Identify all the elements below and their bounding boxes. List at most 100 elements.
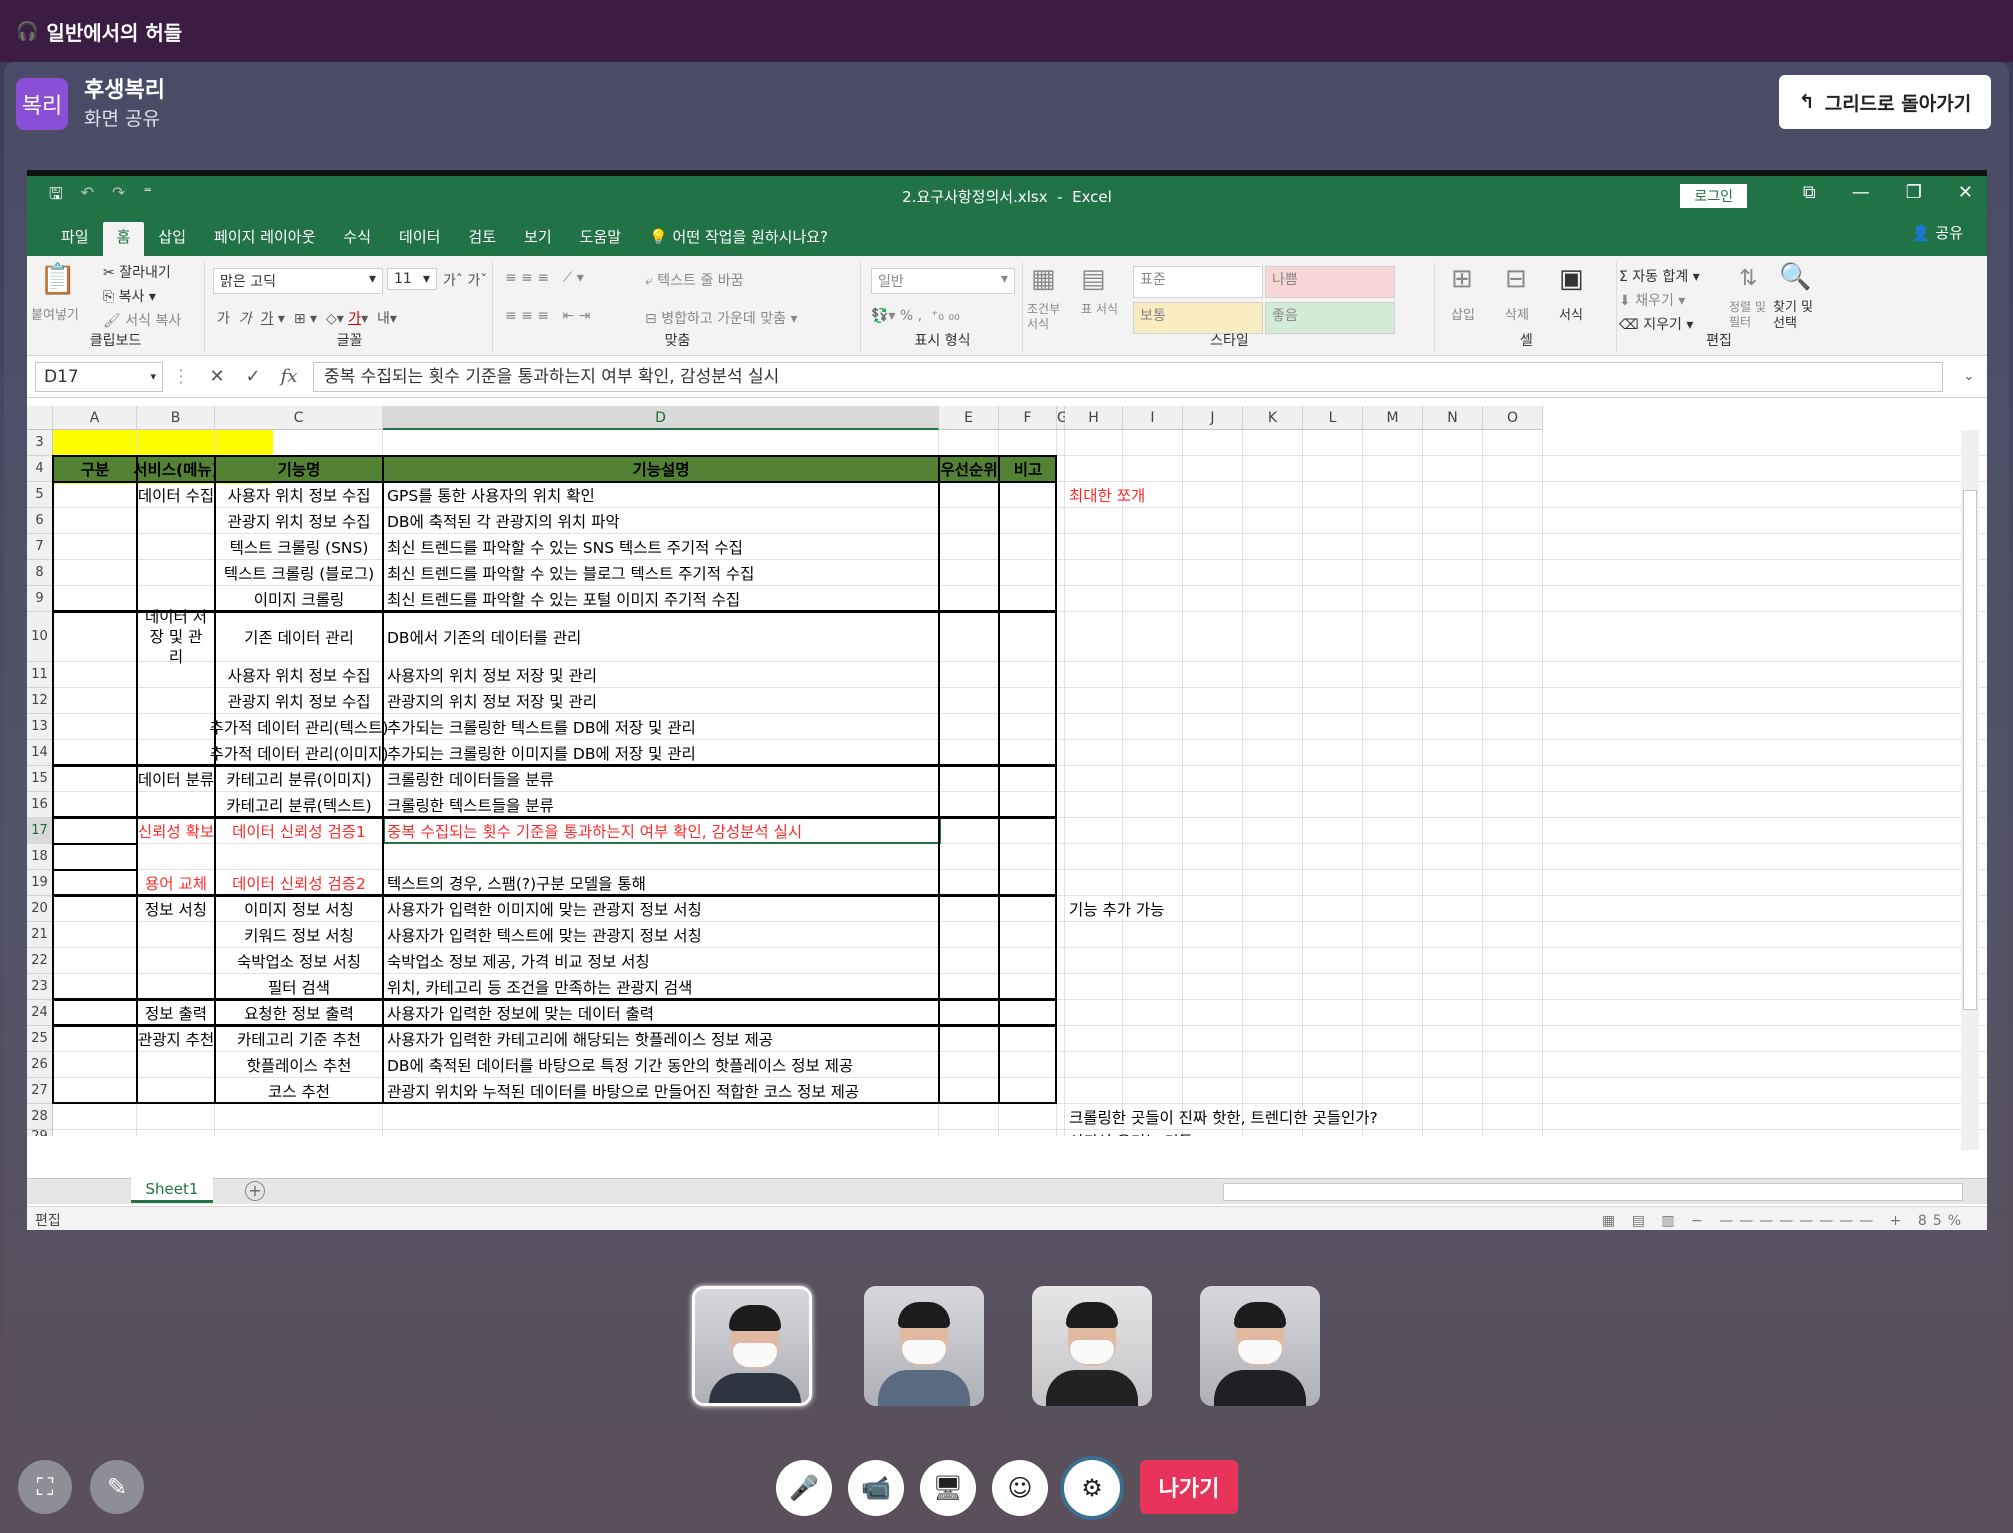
row-header-13[interactable]: 13 (27, 714, 53, 740)
row-header-19[interactable]: 19 (27, 870, 53, 896)
row-header-15[interactable]: 15 (27, 766, 53, 792)
row-header-12[interactable]: 12 (27, 688, 53, 714)
login-button[interactable]: 로그인 (1680, 184, 1747, 208)
column-header-m[interactable]: M (1363, 406, 1423, 430)
insert-cells-button[interactable]: 삽입 (1451, 304, 1475, 323)
column-header-k[interactable]: K (1243, 406, 1303, 430)
cut-button[interactable]: ✂ 잘라내기 (103, 262, 171, 282)
tab-file[interactable]: 파일 (47, 222, 103, 256)
row-header-4[interactable]: 4 (27, 456, 53, 482)
vertical-scrollbar[interactable] (1961, 430, 1979, 1150)
paste-button[interactable]: 붙여넣기 (31, 304, 79, 323)
undo-icon[interactable]: ↶ (81, 183, 94, 210)
bold-italic-underline-icons[interactable]: 가 가 가 ▾ ⊞ ▾ ◇▾ 가▾ 내▾ (217, 308, 397, 328)
tab-insert[interactable]: 삽입 (144, 222, 200, 256)
fullscreen-button[interactable]: ⛶ (18, 1460, 72, 1514)
row-header-10[interactable]: 10 (27, 612, 53, 662)
row-header-7[interactable]: 7 (27, 534, 53, 560)
row-header-11[interactable]: 11 (27, 662, 53, 688)
column-header-c[interactable]: C (215, 406, 383, 430)
paste-icon[interactable]: 📋 (39, 262, 76, 297)
delete-cells-button[interactable]: 삭제 (1505, 304, 1529, 323)
font-size-select[interactable]: 11 ▾ (387, 268, 437, 290)
view-zoom-controls[interactable]: ▦ ▤ ▥ − ———————— + 85% (1602, 1207, 1967, 1230)
redo-icon[interactable]: ↷ (112, 183, 125, 210)
number-format-select[interactable]: 일반 ▾ (871, 268, 1015, 294)
font-name-select[interactable]: 맑은 고딕 ▾ (213, 268, 383, 294)
select-all-corner[interactable] (27, 406, 53, 430)
column-header-o[interactable]: O (1483, 406, 1543, 430)
column-header-a[interactable]: A (53, 406, 137, 430)
cancel-icon[interactable]: ✕ (199, 366, 235, 387)
tab-page-layout[interactable]: 페이지 레이아웃 (200, 222, 329, 256)
spreadsheet-grid[interactable]: A B C D E F G H I J K L M N O 3 4 5 6 7 8 9 10 11 12 13 14 15 16 17 18… (27, 406, 1987, 1136)
close-icon[interactable]: ✕ (1958, 182, 1973, 203)
row-header-25[interactable]: 25 (27, 1026, 53, 1052)
expand-formula-icon[interactable]: ⌄ (1951, 369, 1987, 384)
customize-toolbar-icon[interactable]: ⁼ (143, 183, 151, 210)
row-header-29[interactable]: 29 (27, 1129, 53, 1136)
currency-percent-icons[interactable]: 💱▾ % , ⁺₀ ₀₀ (871, 308, 960, 324)
row-header-24[interactable]: 24 (27, 1000, 53, 1026)
row-header-16[interactable]: 16 (27, 792, 53, 818)
toggle-annotation-button[interactable]: ✎ (90, 1460, 144, 1514)
column-header-f[interactable]: F (999, 406, 1057, 430)
format-cells-icon[interactable]: ▣ (1559, 264, 1584, 294)
align-left-icons[interactable]: ≡ ≡ ≡ ⇤ ⇥ (505, 308, 590, 324)
participant-tile-1[interactable] (692, 1286, 812, 1406)
tab-home[interactable]: 홈 (102, 222, 145, 256)
column-header-j[interactable]: J (1183, 406, 1243, 430)
tab-review[interactable]: 검토 (454, 222, 510, 256)
table-format-button[interactable]: 표 서식 (1081, 302, 1121, 317)
conditional-format-icon[interactable]: ▦ (1031, 264, 1056, 294)
formula-input[interactable]: 중복 수집되는 횟수 기준을 통과하는지 여부 확인, 감성분석 실시 (313, 361, 1943, 392)
tab-formulas[interactable]: 수식 (329, 222, 385, 256)
horizontal-scrollbar[interactable] (1223, 1183, 1963, 1201)
row-header-14[interactable]: 14 (27, 740, 53, 766)
fill-button[interactable]: ⬇ 채우기 ▾ (1619, 290, 1685, 310)
row-header-8[interactable]: 8 (27, 560, 53, 586)
scroll-thumb[interactable] (1963, 490, 1977, 1010)
insert-cells-icon[interactable]: ⊞ (1451, 264, 1473, 294)
tab-data[interactable]: 데이터 (385, 222, 454, 256)
row-header-28[interactable]: 28 (27, 1104, 53, 1130)
row-header-3[interactable]: 3 (27, 430, 53, 456)
conditional-format-button[interactable]: 조건부 서식 (1027, 302, 1071, 332)
sort-filter-button[interactable]: 정렬 및 필터 (1729, 300, 1769, 330)
style-bad[interactable]: 나쁨 (1265, 266, 1395, 298)
format-cells-button[interactable]: 서식 (1559, 304, 1583, 323)
row-header-5[interactable]: 5 (27, 482, 53, 508)
minimize-icon[interactable]: — (1852, 182, 1870, 203)
tab-help[interactable]: 도움말 (566, 222, 635, 256)
leave-button[interactable]: 나가기 (1140, 1460, 1238, 1514)
row-header-27[interactable]: 27 (27, 1078, 53, 1104)
row-header-26[interactable]: 26 (27, 1052, 53, 1078)
microphone-button[interactable]: 🎤 (776, 1460, 832, 1516)
back-to-grid-button[interactable]: ↰ 그리드로 돌아가기 (1779, 75, 1991, 129)
camera-button[interactable]: 📹 (848, 1460, 904, 1516)
add-sheet-icon[interactable]: + (245, 1181, 265, 1201)
row-header-23[interactable]: 23 (27, 974, 53, 1000)
row-header-22[interactable]: 22 (27, 948, 53, 974)
participant-tile-3[interactable] (1032, 1286, 1152, 1406)
reaction-button[interactable]: ☺ (992, 1460, 1048, 1516)
maximize-icon[interactable]: ❐ (1906, 182, 1922, 203)
participant-tile-2[interactable] (864, 1286, 984, 1406)
align-top-icons[interactable]: ≡ ≡ ≡ ⟋ ▾ (505, 270, 584, 286)
column-header-d[interactable]: D (383, 406, 939, 430)
settings-button[interactable]: ⚙ (1064, 1460, 1120, 1516)
column-header-h[interactable]: H (1065, 406, 1123, 430)
find-select-button[interactable]: 찾기 및 선택 (1773, 300, 1821, 332)
row-header-21[interactable]: 21 (27, 922, 53, 948)
screen-share-button[interactable]: 🖥 (920, 1460, 976, 1516)
tell-me-search[interactable]: 💡 어떤 작업을 원하시나요? (635, 222, 842, 256)
table-format-icon[interactable]: ▤ (1081, 264, 1106, 294)
style-normal[interactable]: 표준 (1133, 266, 1263, 298)
row-header-9[interactable]: 9 (27, 586, 53, 612)
active-cell-d17[interactable] (383, 817, 941, 844)
sort-filter-icon[interactable]: ⇅ (1739, 266, 1757, 291)
column-header-g[interactable]: G (1057, 406, 1068, 430)
name-box[interactable]: D17 ▾ (35, 361, 163, 392)
column-header-l[interactable]: L (1303, 406, 1363, 430)
column-header-b[interactable]: B (137, 406, 215, 430)
